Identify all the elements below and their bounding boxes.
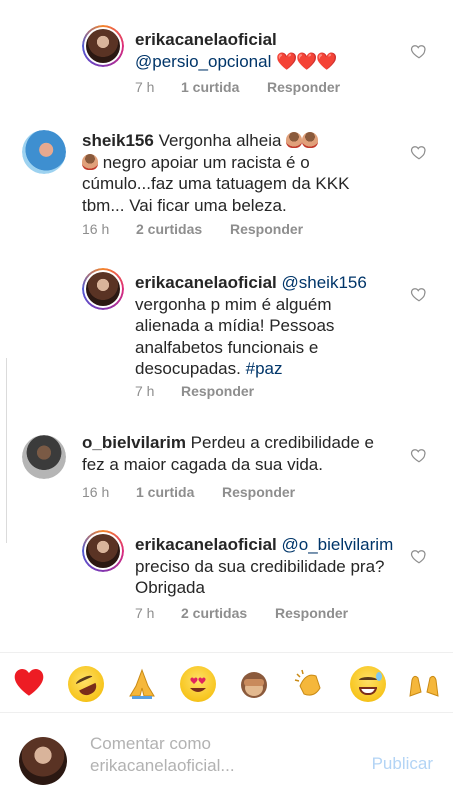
mention-link[interactable]: @persio_opcional xyxy=(135,52,271,71)
heart-outline-icon[interactable] xyxy=(410,446,428,464)
avatar[interactable] xyxy=(22,130,66,174)
divider xyxy=(0,652,453,653)
mention-link[interactable]: @o_bielvilarim xyxy=(282,535,394,554)
comment-username[interactable]: o_bielvilarim xyxy=(82,433,186,452)
comment-text: preciso da sua credibilidade pra? Obriga… xyxy=(135,556,385,598)
woman-frowning-icon xyxy=(302,132,319,148)
avatar[interactable] xyxy=(82,268,124,310)
comment-time: 16 h xyxy=(82,221,110,237)
publish-button[interactable]: Publicar xyxy=(372,754,433,774)
reply-button[interactable]: Responder xyxy=(181,383,254,399)
comment-input[interactable]: Comentar como erikacanelaoficial... xyxy=(90,733,350,776)
heart-outline-icon[interactable] xyxy=(410,547,428,565)
current-user-avatar xyxy=(19,737,67,785)
comment-username[interactable]: erikacanelaoficial xyxy=(135,535,277,554)
hearts-emoji: ❤️❤️❤️ xyxy=(276,51,338,71)
comment-text: negro apoiar um racista é o cúmulo...faz… xyxy=(82,152,350,215)
comment-composer: Comentar como erikacanelaoficial... Publ… xyxy=(0,725,453,793)
comment-text: Vergonha alheia xyxy=(153,131,287,150)
heart-icon[interactable] xyxy=(12,667,46,697)
reply-button[interactable]: Responder xyxy=(230,221,303,237)
clapping-hands-icon[interactable] xyxy=(292,666,328,702)
see-no-evil-monkey-icon[interactable] xyxy=(236,666,272,702)
comment-time: 16 h xyxy=(82,484,110,500)
avatar[interactable] xyxy=(82,25,124,67)
likes-count[interactable]: 2 curtidas xyxy=(181,605,275,621)
comment-time: 7 h xyxy=(135,383,155,399)
comment-username[interactable]: sheik156 xyxy=(82,131,154,150)
likes-count[interactable]: 1 curtida xyxy=(181,79,267,95)
divider xyxy=(0,712,453,713)
raising-hands-icon[interactable] xyxy=(406,666,442,702)
heart-eyes-icon[interactable] xyxy=(180,666,216,702)
reply-button[interactable]: Responder xyxy=(222,484,295,500)
comment-time: 7 h xyxy=(135,605,155,621)
heart-outline-icon[interactable] xyxy=(410,42,428,60)
comment-username[interactable]: erikacanelaoficial xyxy=(135,273,277,292)
woman-frowning-icon xyxy=(82,153,98,170)
heart-outline-icon[interactable] xyxy=(410,285,428,303)
scroll-edge xyxy=(0,358,7,543)
grinning-sweat-icon[interactable] xyxy=(350,666,386,702)
hashtag-link[interactable]: #paz xyxy=(246,359,283,378)
emoji-quick-bar xyxy=(0,660,453,710)
reply-button[interactable]: Responder xyxy=(275,605,348,621)
folded-hands-icon[interactable] xyxy=(124,666,160,702)
heart-outline-icon[interactable] xyxy=(410,143,428,161)
woman-frowning-icon xyxy=(286,132,303,148)
reply-button[interactable]: Responder xyxy=(267,79,340,95)
mention-link[interactable]: @sheik156 xyxy=(282,273,367,292)
likes-count[interactable]: 2 curtidas xyxy=(136,221,230,237)
rolling-on-floor-laughing-icon[interactable] xyxy=(62,660,110,708)
likes-count[interactable]: 1 curtida xyxy=(136,484,222,500)
avatar[interactable] xyxy=(22,435,66,479)
comment-text: vergonha p mim é alguém alienada a mídia… xyxy=(135,294,335,379)
comment-username[interactable]: erikacanelaoficial xyxy=(135,30,277,49)
avatar[interactable] xyxy=(82,530,124,572)
comment-time: 7 h xyxy=(135,79,155,95)
